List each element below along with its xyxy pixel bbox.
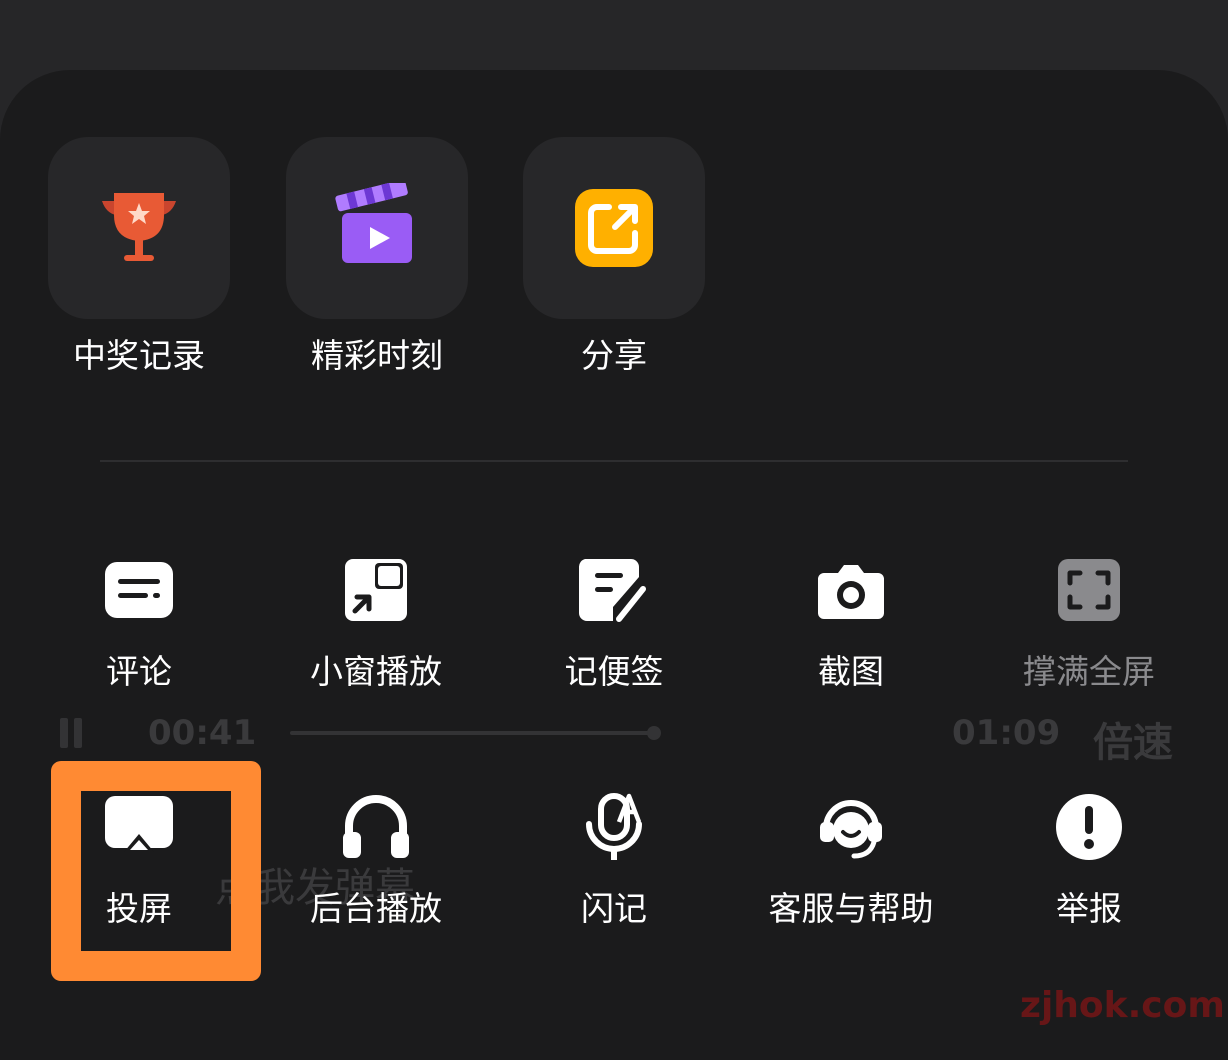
mini-window-label: 小窗播放 (310, 652, 442, 691)
tile-label-share: 分享 (581, 336, 647, 375)
speed-label: 倍速 (1093, 720, 1173, 766)
progress-bar (290, 726, 661, 740)
pause-icon (60, 718, 84, 748)
note-icon (579, 559, 646, 622)
report-label: 举报 (1056, 889, 1122, 928)
tile-label-highlights: 精彩时刻 (311, 336, 443, 375)
comment-button[interactable]: 评论 (20, 555, 258, 715)
duration-time: 01:09 (952, 713, 1061, 753)
elapsed-time: 00:41 (148, 713, 257, 753)
watermark: zjhok.com (1020, 985, 1225, 1026)
mini-window-button[interactable]: 小窗播放 (257, 555, 495, 715)
tile-label-prize-record: 中奖记录 (73, 336, 205, 375)
fullscreen-icon (1058, 559, 1120, 621)
comment-icon (105, 562, 173, 618)
customer-service-button[interactable]: 客服与帮助 (732, 792, 970, 952)
tile-share[interactable] (523, 137, 705, 319)
trophy-icon (102, 193, 176, 261)
video-clapper-icon (335, 183, 412, 263)
flash-note-label: 闪记 (581, 889, 647, 928)
flash-note-button[interactable]: 闪记 (495, 792, 733, 952)
mini-window-icon (345, 559, 407, 621)
share-icon (575, 189, 653, 267)
report-button[interactable]: 举报 (970, 792, 1208, 952)
report-icon (1056, 794, 1122, 860)
cast-label: 投屏 (106, 889, 172, 928)
camera-icon (818, 565, 884, 619)
section-divider (100, 460, 1128, 462)
cast-icon (105, 796, 173, 852)
tile-prize-record[interactable] (48, 137, 230, 319)
customer-service-icon (820, 800, 882, 859)
comment-label: 评论 (106, 652, 172, 691)
tile-highlights[interactable] (286, 137, 468, 319)
background-play-button[interactable]: 后台播放 (257, 792, 495, 952)
voice-note-icon (586, 793, 642, 860)
note-label: 记便签 (564, 652, 664, 691)
fill-fullscreen-button[interactable]: 撑满全屏 (970, 555, 1208, 715)
note-button[interactable]: 记便签 (495, 555, 733, 715)
cast-button[interactable]: 投屏 (20, 792, 258, 952)
fill-fullscreen-label: 撑满全屏 (1023, 652, 1155, 691)
screenshot-button[interactable]: 截图 (732, 555, 970, 715)
customer-service-label: 客服与帮助 (768, 889, 934, 928)
background-play-label: 后台播放 (310, 889, 442, 928)
screenshot-label: 截图 (818, 652, 884, 691)
headphones-icon (343, 795, 409, 858)
